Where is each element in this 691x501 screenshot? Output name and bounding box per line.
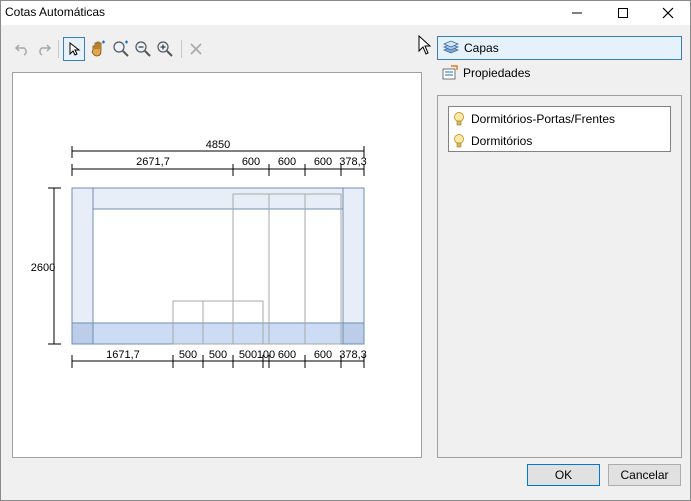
delete-button[interactable]: [185, 37, 207, 61]
dim-label-bottom-2: 500: [179, 349, 197, 361]
dialog-window: Cotas Automáticas 4850 2671,7 600 600 60…: [0, 0, 691, 501]
pan-hand-icon: [91, 40, 105, 57]
close-icon: [662, 7, 674, 19]
dim-label-bottom-8: 378,3: [339, 349, 367, 361]
tab-propiedades[interactable]: Propiedades: [437, 61, 682, 85]
zoom-out-button[interactable]: [132, 37, 154, 61]
redo-button[interactable]: [33, 37, 55, 61]
tab-capas[interactable]: Capas: [437, 36, 682, 60]
zoom-in-button[interactable]: [154, 37, 176, 61]
zoom-out-icon: [135, 41, 151, 57]
layer-list[interactable]: Dormitórios-Portas/Frentes Dormitórios: [448, 106, 671, 152]
redo-icon: [39, 44, 52, 56]
dim-label-top-total: 4850: [206, 139, 230, 151]
right-side-panel: [342, 187, 365, 345]
dim-label-bottom-4: 500: [239, 349, 257, 361]
drawing-canvas[interactable]: 4850 2671,7 600 600 600 378,3 2600 1671,…: [12, 72, 422, 458]
layer-item[interactable]: Dormitórios: [453, 131, 532, 151]
lightbulb-icon: [454, 134, 464, 148]
window-title: Cotas Automáticas: [5, 5, 106, 19]
layer-label: Dormitórios-Portas/Frentes: [471, 112, 616, 126]
base-corner-right: [342, 322, 365, 345]
title-bar: Cotas Automáticas: [1, 1, 690, 25]
cabinet-outline: [71, 187, 365, 345]
dim-label-top-1: 2671,7: [136, 156, 170, 168]
dim-label-bottom-5: 100: [257, 349, 275, 361]
dim-label-bottom-7: 600: [314, 349, 332, 361]
minimize-button[interactable]: [554, 1, 600, 25]
left-side-panel: [71, 187, 94, 345]
pan-tool-button[interactable]: [87, 37, 109, 61]
cancel-button[interactable]: Cancelar: [608, 464, 681, 486]
minimize-icon: [572, 12, 582, 14]
tab-label: Capas: [464, 41, 499, 55]
zoom-in-icon: [157, 41, 173, 57]
dim-label-height: 2600: [31, 262, 55, 274]
layers-panel: Dormitórios-Portas/Frentes Dormitórios: [437, 95, 682, 458]
select-tool-button[interactable]: [63, 37, 85, 61]
undo-icon: [14, 44, 27, 56]
tab-label: Propiedades: [463, 66, 531, 80]
maximize-button[interactable]: [600, 1, 646, 25]
toolbar-separator: [58, 40, 59, 58]
base-panel: [71, 322, 365, 345]
layer-label: Dormitórios: [471, 134, 533, 148]
dim-label-bottom-6: 600: [278, 349, 296, 361]
dim-label-bottom-1: 1671,7: [106, 349, 140, 361]
dim-label-top-2: 600: [242, 156, 260, 168]
delete-icon: [190, 43, 202, 55]
toolbar-separator: [181, 40, 182, 58]
dim-label-top-4: 600: [314, 156, 332, 168]
layer-item[interactable]: Dormitórios-Portas/Frentes: [453, 109, 615, 129]
dim-label-top-3: 600: [278, 156, 296, 168]
layers-icon: [442, 40, 460, 54]
select-arrow-icon: [69, 41, 81, 56]
base-corner-left: [71, 322, 94, 345]
ok-button[interactable]: OK: [527, 464, 600, 486]
lightbulb-icon: [454, 112, 464, 126]
mouse-cursor-icon: [418, 35, 432, 55]
toolbar: [11, 37, 211, 61]
dim-label-bottom-3: 500: [209, 349, 227, 361]
elevation-drawing: 4850 2671,7 600 600 600 378,3 2600 1671,…: [31, 139, 367, 368]
undo-button[interactable]: [11, 37, 33, 61]
zoom-window-button[interactable]: [110, 37, 132, 61]
zoom-window-icon: [113, 40, 129, 57]
dim-label-top-5: 378,3: [339, 156, 367, 168]
properties-icon: [442, 65, 458, 80]
maximize-icon: [618, 8, 628, 18]
close-button[interactable]: [645, 1, 691, 25]
